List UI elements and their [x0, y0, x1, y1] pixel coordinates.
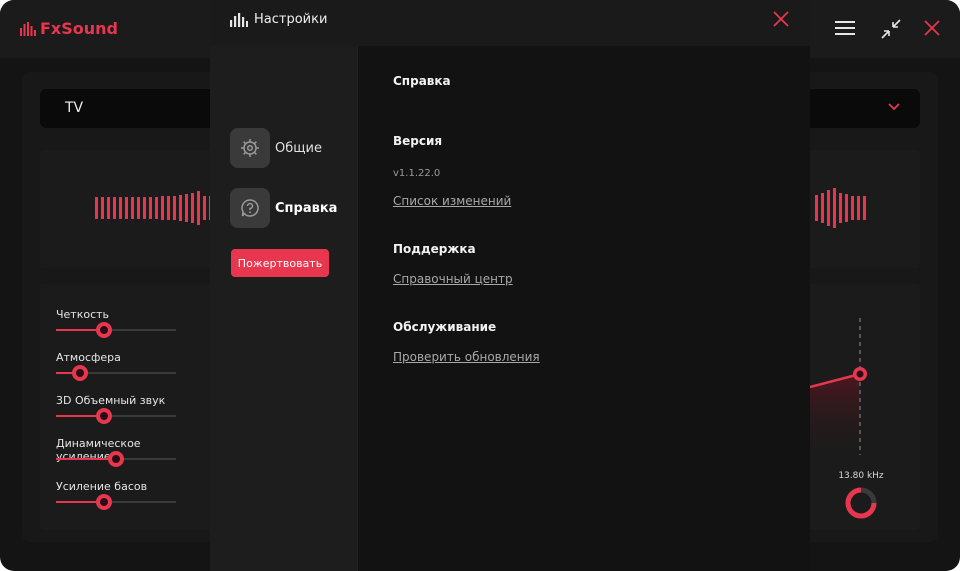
settings-header: Настройки	[210, 0, 810, 46]
effect-slider-track[interactable]	[56, 494, 176, 510]
version-value: v1.1.22.0	[393, 168, 441, 179]
preset-value: TV	[65, 100, 84, 116]
effect-slider-track[interactable]	[56, 365, 176, 381]
visualizer-bar	[125, 197, 128, 219]
visualizer-bar	[131, 197, 134, 219]
visualizer-bar	[197, 191, 200, 225]
effect-slider-thumb[interactable]	[108, 451, 124, 467]
minimize-view-icon[interactable]	[880, 18, 902, 40]
effect-slider[interactable]: Усиление басов	[56, 480, 186, 510]
settings-help-content: Справка Версия v1.1.22.0 Список изменени…	[358, 46, 810, 571]
effect-slider-thumb[interactable]	[96, 408, 112, 424]
help-icon	[241, 199, 259, 217]
effect-slider-thumb[interactable]	[72, 365, 88, 381]
gear-icon-tile	[230, 128, 270, 168]
visualizer-bar	[119, 197, 122, 219]
visualizer-bar	[101, 197, 104, 219]
logo-text: FxSound	[40, 19, 118, 38]
equalizer-bars-icon	[230, 13, 248, 27]
settings-nav-help-label: Справка	[275, 200, 338, 216]
version-heading: Версия	[393, 134, 443, 148]
visualizer-bar	[143, 197, 146, 219]
close-app-icon[interactable]	[923, 19, 941, 37]
effect-slider-thumb[interactable]	[96, 322, 112, 338]
visualizer-bar	[95, 197, 98, 219]
logo-bars-icon	[20, 21, 36, 36]
settings-sidebar: Общие Справка Пожертвовать	[210, 46, 357, 571]
settings-nav-help[interactable]: Справка	[230, 188, 337, 228]
eq-curve-graph	[810, 318, 867, 465]
effect-slider-label: Атмосфера	[56, 351, 121, 364]
effect-slider-label: Четкость	[56, 308, 110, 321]
visualizer-bar	[161, 196, 164, 220]
effect-slider[interactable]: Динамическое усиление	[56, 437, 186, 467]
effect-slider[interactable]: Четкость	[56, 308, 186, 338]
effect-slider[interactable]: Атмосфера	[56, 351, 186, 381]
visualizer-bar	[185, 194, 188, 222]
visualizer-bar	[167, 196, 170, 220]
effect-slider-label: Усиление басов	[56, 480, 148, 493]
visualizer-bar	[815, 195, 818, 221]
maintenance-heading: Обслуживание	[393, 320, 497, 334]
effect-slider-thumb[interactable]	[96, 494, 112, 510]
settings-dialog: Настройки Общие Справка Пожертвовать Спр…	[210, 0, 810, 571]
visualizer-bar	[149, 197, 152, 219]
visualizer-bar	[845, 194, 848, 222]
visualizer-bar	[839, 193, 842, 223]
visualizer-bar	[851, 196, 854, 220]
changelog-link[interactable]: Список изменений	[393, 194, 511, 208]
visualizer-bar	[107, 197, 110, 219]
eq-frequency-label: 13.80 kHz	[838, 471, 884, 481]
help-section-title: Справка	[393, 74, 451, 88]
visualizer-bar	[833, 188, 836, 228]
support-heading: Поддержка	[393, 242, 476, 256]
visualizer-bars-right	[815, 188, 866, 228]
effect-slider-track[interactable]	[56, 451, 176, 467]
visualizer-bar	[863, 196, 866, 220]
gear-icon	[241, 139, 259, 157]
visualizer-bar	[821, 193, 824, 223]
visualizer-bar	[113, 197, 116, 219]
effect-slider-label: Динамическое усиление	[56, 437, 141, 463]
visualizer-bar	[857, 196, 860, 220]
visualizer-bar	[173, 196, 176, 220]
help-icon-tile	[230, 188, 270, 228]
menu-icon[interactable]	[835, 20, 855, 36]
visualizer-bar	[191, 193, 194, 223]
visualizer-bar	[179, 195, 182, 221]
help-center-link[interactable]: Справочный центр	[393, 272, 513, 286]
effect-slider-track[interactable]	[56, 408, 176, 424]
visualizer-bar	[827, 190, 830, 226]
effect-slider-track[interactable]	[56, 322, 176, 338]
settings-nav-general[interactable]: Общие	[230, 128, 322, 168]
close-settings-icon[interactable]	[770, 8, 792, 30]
visualizer-bar	[137, 197, 140, 219]
settings-title: Настройки	[254, 12, 328, 27]
settings-nav-general-label: Общие	[275, 140, 322, 156]
app-logo: FxSound	[20, 19, 118, 38]
visualizer-bars-left	[95, 191, 212, 225]
eq-gain-knob[interactable]	[843, 485, 879, 521]
effect-slider-label: 3D Объемный звук	[56, 394, 166, 407]
donate-button[interactable]: Пожертвовать	[231, 249, 329, 277]
visualizer-bar	[203, 196, 206, 220]
check-updates-link[interactable]: Проверить обновления	[393, 350, 540, 364]
effect-slider[interactable]: 3D Объемный звук	[56, 394, 186, 424]
effect-slider-fill	[56, 458, 116, 460]
visualizer-bar	[155, 197, 158, 219]
chevron-down-icon	[888, 103, 900, 111]
